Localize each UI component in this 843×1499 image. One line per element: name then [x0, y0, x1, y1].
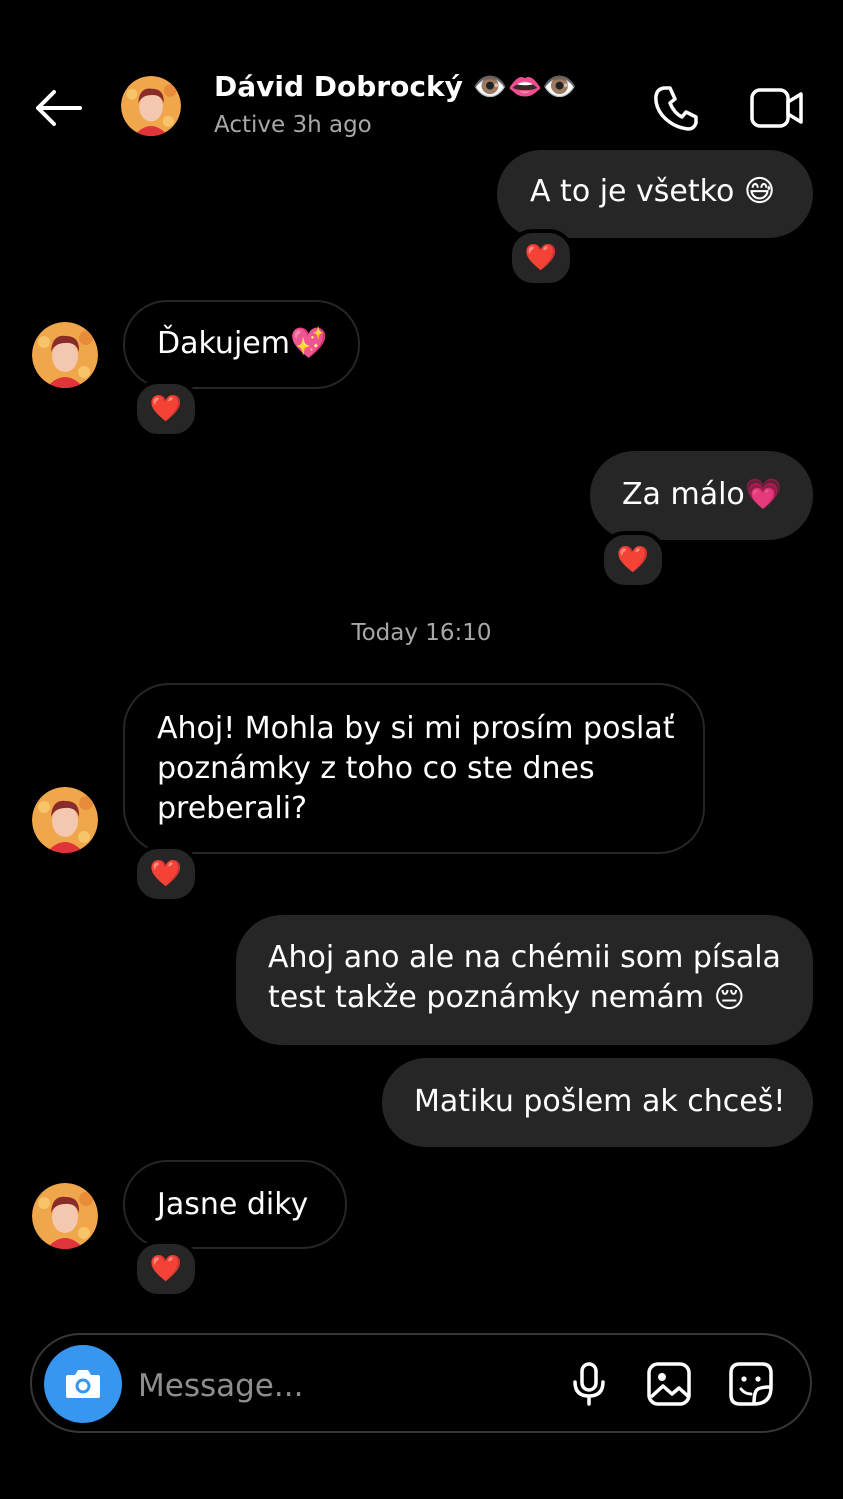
contact-name: Dávid Dobrocký	[214, 70, 463, 103]
reaction-emoji: ❤️	[149, 394, 183, 424]
phone-icon[interactable]	[650, 82, 702, 134]
message-text: Za málo💗	[622, 477, 783, 512]
avatar[interactable]	[121, 76, 181, 136]
reaction-emoji: ❤️	[524, 243, 558, 273]
message-bubble-sent[interactable]: Za málo💗	[590, 451, 813, 540]
heart-reaction[interactable]: ❤️	[133, 845, 199, 903]
heart-reaction[interactable]: ❤️	[600, 531, 666, 589]
message-text: Matiku pošlem ak chceš!	[414, 1084, 786, 1119]
sticker-icon[interactable]	[728, 1361, 774, 1407]
message-bubble-sent[interactable]: Ahoj ano ale na chémii som písala test t…	[236, 915, 813, 1045]
camera-button[interactable]	[44, 1345, 122, 1423]
message-text: Ďakujem💖	[157, 326, 328, 361]
message-input[interactable]	[136, 1357, 540, 1415]
gallery-icon[interactable]	[646, 1361, 692, 1407]
heart-reaction[interactable]: ❤️	[133, 380, 199, 438]
message-bubble-sent[interactable]: Matiku pošlem ak chceš!	[382, 1058, 813, 1147]
reaction-emoji: ❤️	[149, 1254, 183, 1284]
message-bubble-sent[interactable]: A to je všetko 😅	[497, 150, 813, 238]
reaction-emoji: ❤️	[616, 545, 650, 575]
message-text: Ahoj ano ale na chémii som písala test t…	[268, 940, 781, 1015]
message-composer	[30, 1333, 812, 1433]
chat-header: Dávid Dobrocký 👁️👄👁️ Active 3h ago	[0, 0, 843, 160]
avatar[interactable]	[32, 787, 98, 853]
message-text: A to je všetko 😅	[530, 174, 776, 209]
message-bubble-received[interactable]: Jasne diky	[123, 1160, 347, 1249]
heart-reaction[interactable]: ❤️	[133, 1240, 199, 1298]
message-text: Jasne diky	[157, 1187, 309, 1222]
message-bubble-received[interactable]: Ahoj! Mohla by si mi prosím poslať pozná…	[123, 683, 705, 854]
message-bubble-received[interactable]: Ďakujem💖	[123, 300, 360, 389]
microphone-icon[interactable]	[566, 1361, 612, 1407]
avatar[interactable]	[32, 322, 98, 388]
video-camera-icon[interactable]	[748, 82, 806, 134]
active-status: Active 3h ago	[214, 112, 372, 138]
contact-name-row[interactable]: Dávid Dobrocký 👁️👄👁️	[214, 70, 577, 103]
name-emojis: 👁️👄👁️	[472, 70, 578, 103]
reaction-emoji: ❤️	[149, 859, 183, 889]
back-arrow-icon[interactable]	[30, 86, 84, 130]
heart-reaction[interactable]: ❤️	[508, 229, 574, 287]
camera-icon	[66, 1370, 100, 1398]
avatar[interactable]	[32, 1183, 98, 1249]
message-text: Ahoj! Mohla by si mi prosím poslať pozná…	[157, 711, 675, 826]
timestamp-divider: Today 16:10	[351, 620, 492, 646]
